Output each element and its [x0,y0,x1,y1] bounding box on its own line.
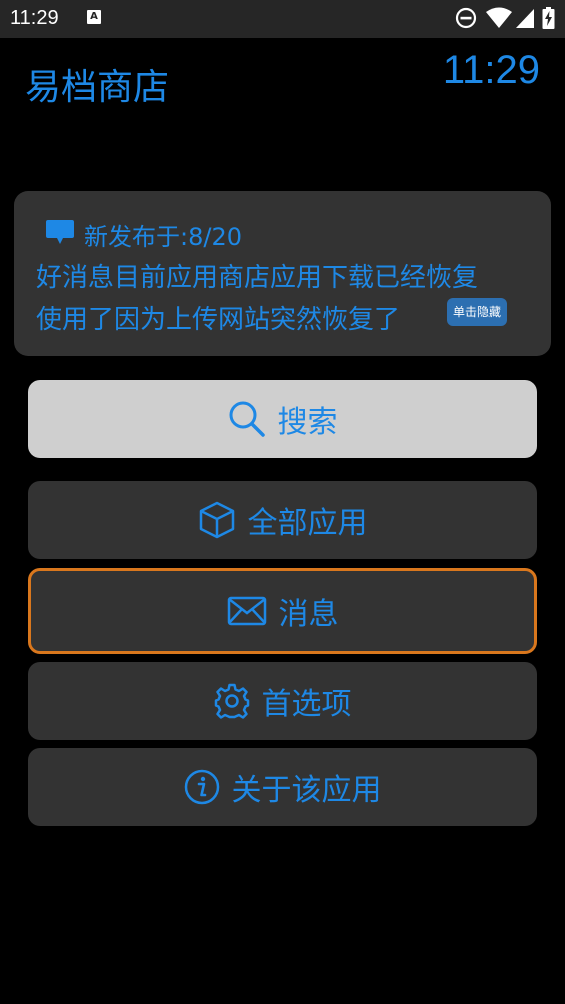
all-apps-label: 全部应用 [247,506,368,541]
info-icon [184,769,220,805]
status-time: 11:29 [10,7,59,29]
hide-announcement-button[interactable]: 单击隐藏 [447,298,507,326]
about-button[interactable]: 关于该应用 [28,748,537,826]
signal-icon [516,9,534,28]
do-not-disturb-icon [455,7,477,29]
preferences-label: 首选项 [261,687,352,722]
notification-a-icon: A [87,10,101,24]
announcement-date: 新发布于:8/20 [84,223,242,251]
envelope-icon [227,596,267,626]
search-button[interactable]: 搜索 [28,380,537,458]
clock: 11:29 [442,48,540,92]
about-label: 关于该应用 [231,773,382,808]
battery-charging-icon [542,7,555,29]
search-label: 搜索 [277,405,338,440]
messages-label: 消息 [278,597,339,632]
preferences-button[interactable]: 首选项 [28,662,537,740]
announcement-card: 新发布于:8/20 好消息目前应用商店应用下载已经恢复 使用了因为上传网站突然恢… [14,191,551,356]
status-bar: 11:29 A [0,0,565,38]
gear-icon [214,683,250,719]
app-title: 易档商店 [25,67,170,108]
chat-bubble-icon [46,220,74,244]
wifi-icon [486,7,512,28]
announcement-text-line-2: 使用了因为上传网站突然恢复了 [36,305,401,335]
cube-icon [198,501,236,539]
announcement-text-line-1: 好消息目前应用商店应用下载已经恢复 [36,263,479,293]
messages-button[interactable]: 消息 [28,568,537,654]
search-icon [228,400,266,438]
all-apps-button[interactable]: 全部应用 [28,481,537,559]
